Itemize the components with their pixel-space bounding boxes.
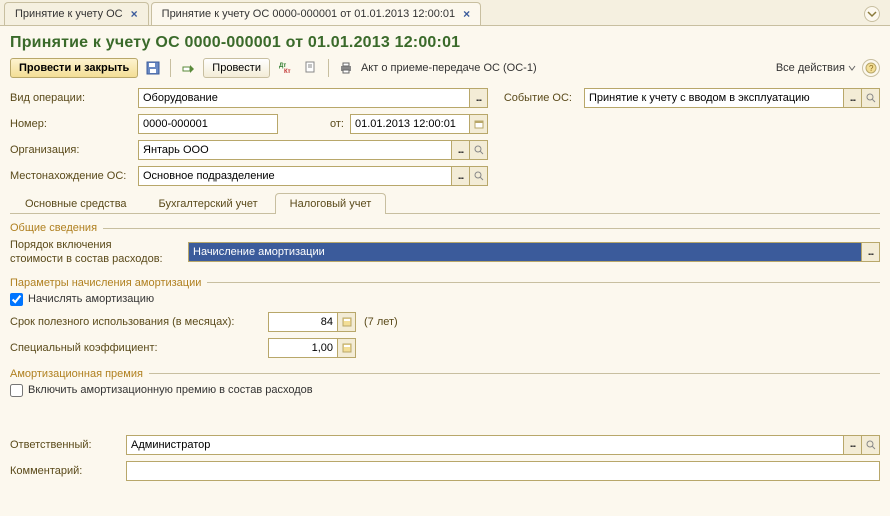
svg-text:Кт: Кт	[284, 69, 291, 75]
select-button[interactable]: ...	[452, 140, 470, 160]
post-icon-button[interactable]	[177, 58, 199, 78]
window-tab-2[interactable]: Принятие к учету ОС 0000-000001 от 01.01…	[151, 2, 482, 25]
org-input[interactable]	[138, 140, 452, 160]
calculator-button[interactable]	[338, 338, 356, 358]
special-coef-input[interactable]	[268, 338, 338, 358]
premium-label: Включить амортизационную премию в состав…	[28, 384, 313, 396]
post-arrow-icon	[181, 61, 195, 75]
tab-label: Принятие к учету ОС	[15, 8, 123, 20]
search-icon	[866, 440, 876, 450]
useful-life-input[interactable]	[268, 312, 338, 332]
all-actions-label: Все действия	[776, 62, 845, 74]
close-icon[interactable]: ×	[131, 7, 138, 21]
save-button[interactable]	[142, 58, 164, 78]
calculator-icon	[342, 317, 352, 327]
search-button[interactable]	[470, 166, 488, 186]
select-button[interactable]: ...	[844, 88, 862, 108]
svg-text:?: ?	[869, 64, 874, 73]
responsible-label: Ответственный:	[10, 439, 120, 451]
search-button[interactable]	[470, 140, 488, 160]
date-label: от:	[278, 118, 350, 130]
special-coef-label: Специальный коэффициент:	[10, 342, 260, 354]
number-input[interactable]	[138, 114, 278, 134]
tab-tax-accounting[interactable]: Налоговый учет	[275, 193, 387, 214]
dtkt-button[interactable]: ДтКт	[274, 58, 296, 78]
select-button[interactable]: ...	[470, 88, 488, 108]
tab-fixed-assets[interactable]: Основные средства	[10, 193, 142, 214]
select-button[interactable]: ...	[844, 435, 862, 455]
separator	[170, 59, 171, 77]
post-button[interactable]: Провести	[203, 58, 270, 78]
collapse-button[interactable]	[864, 6, 880, 22]
location-label: Местонахождение ОС:	[10, 170, 130, 182]
close-icon[interactable]: ×	[463, 7, 470, 21]
post-and-close-button[interactable]: Провести и закрыть	[10, 58, 138, 78]
event-label: Событие ОС:	[496, 92, 576, 104]
useful-life-label: Срок полезного использования (в месяцах)…	[10, 316, 260, 328]
page-title: Принятие к учету ОС 0000-000001 от 01.01…	[10, 34, 880, 52]
org-label: Организация:	[10, 144, 130, 156]
search-icon	[474, 171, 484, 181]
general-legend: Общие сведения	[10, 222, 880, 234]
useful-life-hint: (7 лет)	[364, 316, 398, 328]
search-button[interactable]	[862, 88, 880, 108]
chevron-down-icon	[867, 9, 877, 19]
help-button[interactable]: ?	[862, 59, 880, 77]
number-label: Номер:	[10, 118, 130, 130]
cost-order-label-l2: стоимости в состав расходов:	[10, 252, 180, 266]
calc-amort-label: Начислять амортизацию	[28, 293, 154, 305]
dtkt-icon: ДтКт	[278, 61, 292, 75]
comment-input[interactable]	[126, 461, 880, 481]
all-actions-dropdown[interactable]: Все действия	[776, 62, 856, 74]
select-button[interactable]: ...	[862, 242, 880, 262]
responsible-input[interactable]	[126, 435, 844, 455]
operation-type-input[interactable]	[138, 88, 470, 108]
date-input[interactable]	[350, 114, 470, 134]
select-button[interactable]: ...	[452, 166, 470, 186]
comment-label: Комментарий:	[10, 465, 120, 477]
print-icon-button[interactable]	[335, 58, 357, 78]
calculator-button[interactable]	[338, 312, 356, 332]
premium-input[interactable]	[10, 384, 23, 397]
document-tree-icon	[304, 61, 318, 75]
event-input[interactable]	[584, 88, 844, 108]
window-tab-bar: Принятие к учету ОС × Принятие к учету О…	[0, 0, 890, 26]
calc-amort-checkbox[interactable]: Начислять амортизацию	[10, 293, 154, 306]
window-tab-1[interactable]: Принятие к учету ОС ×	[4, 2, 149, 25]
cost-order-input[interactable]: Начисление амортизации	[188, 242, 862, 262]
chevron-down-icon	[848, 64, 856, 72]
separator	[328, 59, 329, 77]
calendar-button[interactable]	[470, 114, 488, 134]
premium-checkbox[interactable]: Включить амортизационную премию в состав…	[10, 384, 313, 397]
location-input[interactable]	[138, 166, 452, 186]
floppy-icon	[146, 61, 160, 75]
toolbar: Провести и закрыть Провести ДтКт Акт о п…	[10, 58, 880, 78]
cost-order-label-l1: Порядок включения	[10, 238, 180, 252]
tab-accounting[interactable]: Бухгалтерский учет	[144, 193, 273, 214]
sub-tabs: Основные средства Бухгалтерский учет Нал…	[10, 192, 880, 214]
calc-amort-input[interactable]	[10, 293, 23, 306]
calculator-icon	[342, 343, 352, 353]
structure-button[interactable]	[300, 58, 322, 78]
search-icon	[474, 145, 484, 155]
premium-legend: Амортизационная премия	[10, 368, 880, 380]
search-icon	[866, 93, 876, 103]
help-icon: ?	[865, 62, 877, 74]
calendar-icon	[474, 119, 484, 129]
amort-params-legend: Параметры начисления амортизации	[10, 277, 880, 289]
operation-type-label: Вид операции:	[10, 92, 130, 104]
act-report-link[interactable]: Акт о приеме-передаче ОС (ОС-1)	[361, 62, 537, 74]
printer-icon	[339, 61, 353, 75]
search-button[interactable]	[862, 435, 880, 455]
tab-label: Принятие к учету ОС 0000-000001 от 01.01…	[162, 8, 455, 20]
